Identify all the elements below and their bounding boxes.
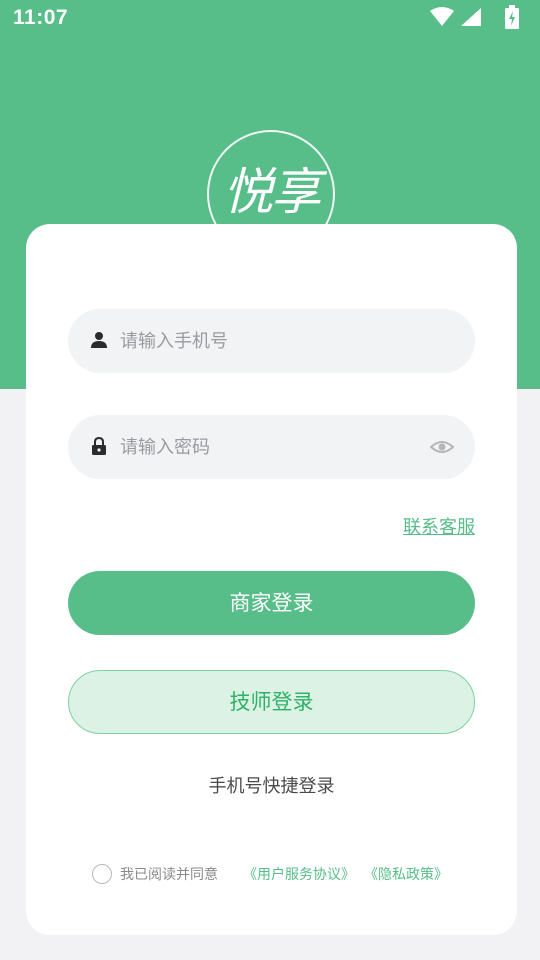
- signal-icon: [461, 8, 481, 26]
- quick-login-link[interactable]: 手机号快捷登录: [26, 772, 517, 798]
- wifi-icon: [430, 7, 454, 26]
- user-agreement-link[interactable]: 《用户服务协议》: [243, 864, 355, 884]
- status-icons: [420, 0, 540, 36]
- phone-input[interactable]: [120, 309, 420, 373]
- merchant-login-button[interactable]: 商家登录: [68, 571, 475, 635]
- contact-service-link[interactable]: 联系客服: [403, 513, 475, 539]
- phone-field: [68, 309, 475, 373]
- agreement-text: 我已阅读并同意: [120, 867, 218, 883]
- privacy-policy-link[interactable]: 《隐私政策》: [364, 864, 448, 884]
- password-field: [68, 415, 475, 479]
- logo-text: 悦享: [223, 163, 321, 221]
- user-icon: [91, 332, 107, 348]
- agreement-row: 我已阅读并同意 《用户服务协议》 《隐私政策》: [92, 862, 472, 886]
- status-bar: 11:07: [0, 0, 540, 36]
- password-input[interactable]: [120, 415, 420, 479]
- battery-icon: [505, 5, 519, 29]
- status-time: 11:07: [13, 6, 69, 29]
- technician-login-button[interactable]: 技师登录: [68, 670, 475, 734]
- agreement-checkbox[interactable]: [92, 864, 112, 884]
- lock-icon: [92, 436, 106, 455]
- login-card: 联系客服 商家登录 技师登录 手机号快捷登录 我已阅读并同意 《用户服务协议》 …: [26, 224, 517, 935]
- eye-icon[interactable]: [430, 436, 454, 458]
